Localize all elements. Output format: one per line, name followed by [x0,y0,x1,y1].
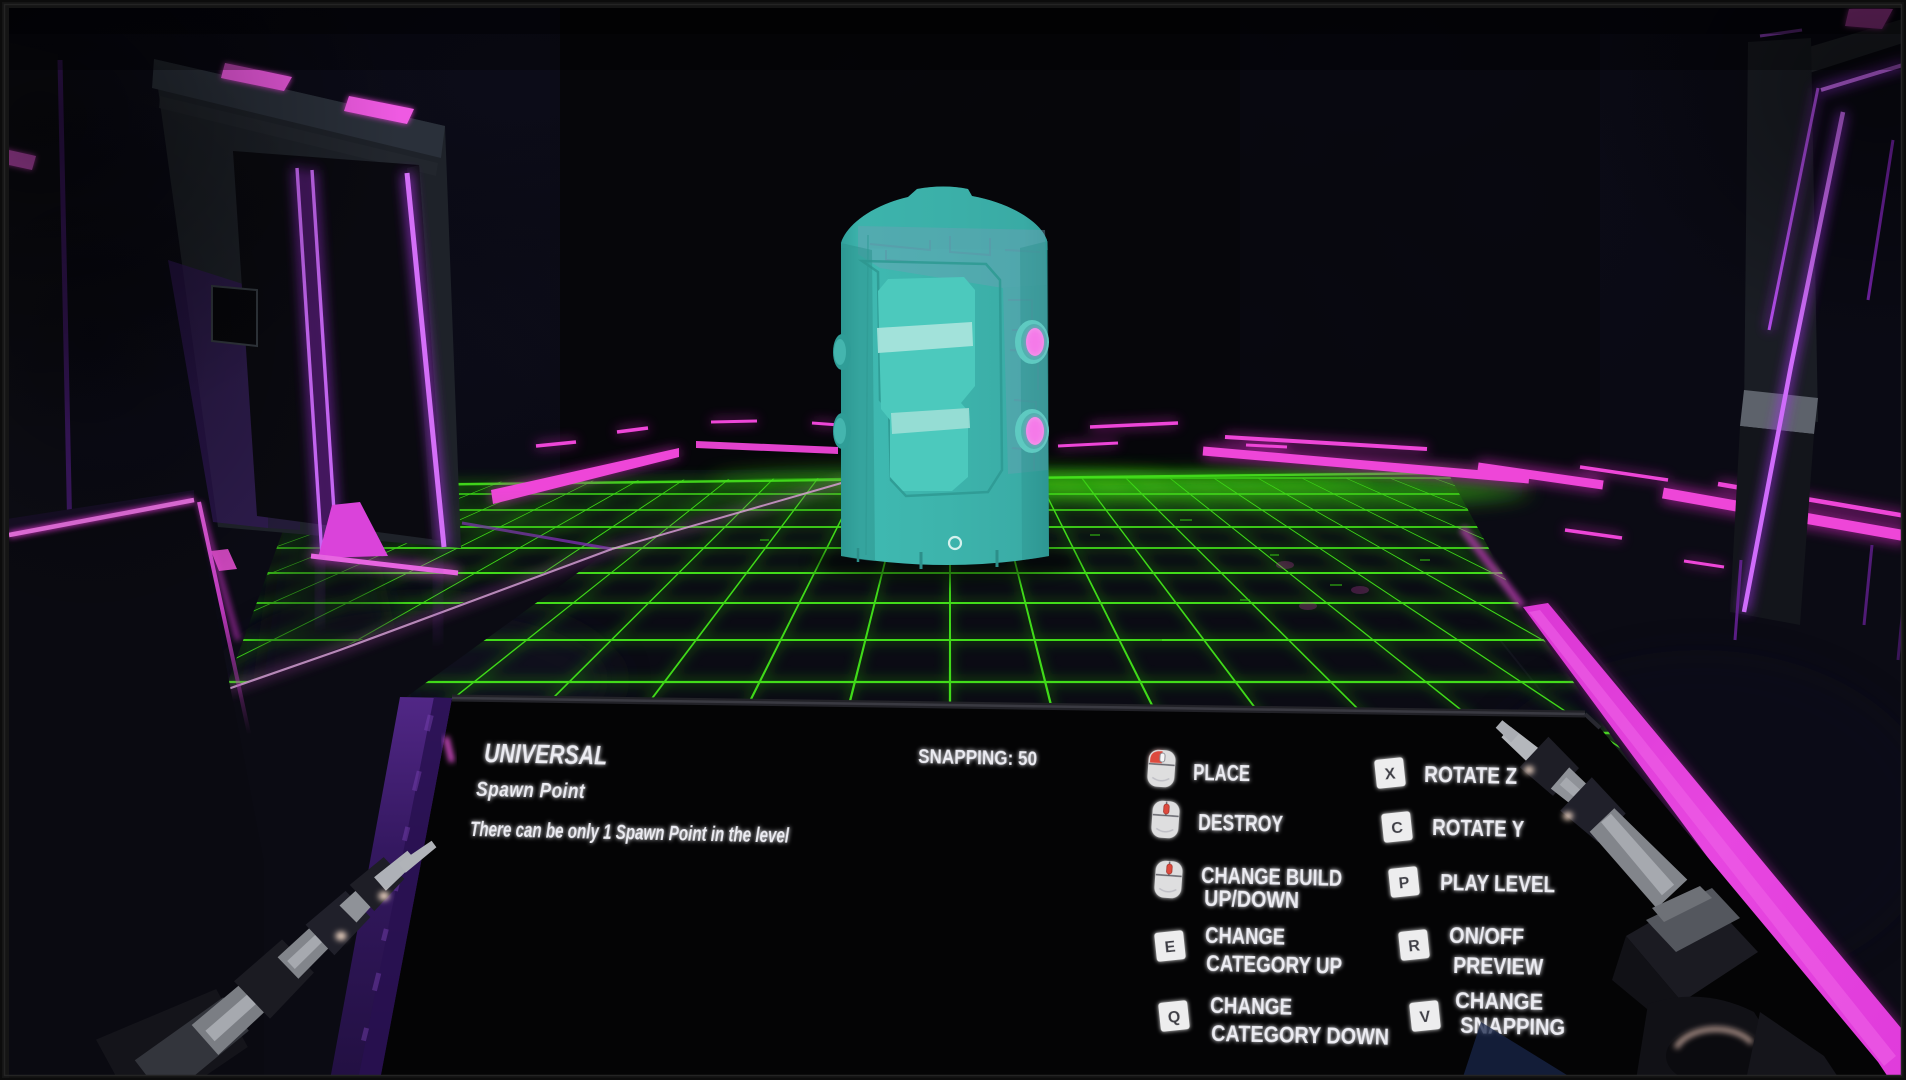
svg-text:R: R [1408,937,1422,955]
svg-text:CHANGE: CHANGE [1210,992,1293,1020]
svg-text:UP/DOWN: UP/DOWN [1204,885,1300,913]
svg-text:ROTATE Y: ROTATE Y [1432,814,1525,842]
svg-text:Q: Q [1167,1008,1181,1026]
svg-text:P: P [1398,874,1411,892]
svg-text:PLACE: PLACE [1193,759,1251,786]
svg-text:CHANGE: CHANGE [1455,987,1544,1015]
svg-text:C: C [1391,819,1405,837]
svg-text:PLAY LEVEL: PLAY LEVEL [1440,869,1556,897]
svg-text:CATEGORY DOWN: CATEGORY DOWN [1211,1020,1390,1050]
svg-text:UNIVERSAL: UNIVERSAL [484,738,608,771]
svg-text:ON/OFF: ON/OFF [1449,922,1525,950]
svg-text:DESTROY: DESTROY [1198,809,1284,837]
svg-text:SNAPPING: SNAPPING [1460,1012,1566,1040]
svg-text:CATEGORY UP: CATEGORY UP [1206,950,1343,979]
svg-text:PREVIEW: PREVIEW [1453,952,1544,980]
svg-text:E: E [1164,938,1177,956]
svg-text:CHANGE: CHANGE [1205,922,1286,950]
svg-text:ROTATE Z: ROTATE Z [1424,761,1518,789]
svg-text:SNAPPING: 50: SNAPPING: 50 [918,746,1037,770]
svg-text:X: X [1384,765,1397,783]
svg-text:V: V [1419,1008,1432,1026]
svg-text:Spawn Point: Spawn Point [476,778,586,803]
